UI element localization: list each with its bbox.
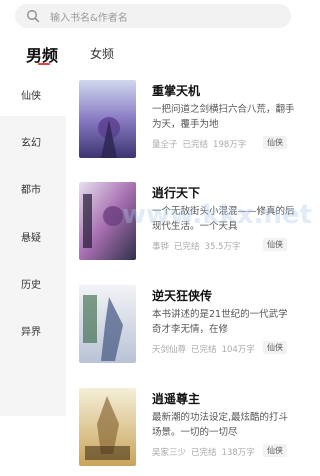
book-description: 一个无敌街头小混混——修真的后现代生活。一个天具 xyxy=(152,206,295,232)
book-genre-tag: 仙侠 xyxy=(263,238,287,251)
book-meta: 事铧 已完结 35.5万字 xyxy=(152,240,245,252)
book-title[interactable]: 逍遥尊主 xyxy=(152,390,200,407)
search-bar[interactable]: 输入书名&作者名 xyxy=(15,4,291,28)
book-genre-tag: 仙侠 xyxy=(263,341,287,354)
book-word-count: 198万字 xyxy=(213,140,247,150)
gender-tabs: 男频 女频 xyxy=(0,40,300,70)
search-icon xyxy=(27,10,40,23)
book-item[interactable]: 逍行天下 一个无敌街头小混混——修真的后现代生活。一个天具 事铧 已完结 35.… xyxy=(79,182,300,272)
book-word-count: 138万字 xyxy=(221,448,255,458)
book-author: 量全子 xyxy=(152,140,178,150)
book-author: 吴家三少 xyxy=(152,448,187,458)
sidebar-item-xuanhuan[interactable]: 玄幻 xyxy=(0,121,66,161)
book-cover[interactable] xyxy=(79,182,136,260)
search-placeholder: 输入书名&作者名 xyxy=(50,12,128,24)
book-description: 一把问道之剑横扫六合八荒，翻手为天，覆手为地 xyxy=(152,104,295,130)
book-cover[interactable] xyxy=(79,388,136,466)
active-tab-indicator xyxy=(38,63,50,65)
sidebar-item-dushi[interactable]: 都市 xyxy=(0,168,66,208)
book-author: 事铧 xyxy=(152,242,170,252)
sidebar-item-xianxia[interactable]: 仙侠 xyxy=(0,74,66,114)
book-meta: 天剑仙尊 已完结 104万字 xyxy=(152,343,260,355)
book-title[interactable]: 逍行天下 xyxy=(152,184,200,201)
book-status: 已完结 xyxy=(191,448,217,458)
book-meta: 吴家三少 已完结 138万字 xyxy=(152,446,260,458)
book-cover[interactable] xyxy=(79,80,136,158)
sidebar-item-yijie[interactable]: 异界 xyxy=(0,310,66,350)
book-word-count: 104万字 xyxy=(221,345,255,355)
book-title[interactable]: 逆天狂侠传 xyxy=(152,287,212,304)
book-status: 已完结 xyxy=(191,345,217,355)
book-status: 已完结 xyxy=(182,140,209,150)
book-description: 本书讲述的是21世纪的一代武学奇才李无情，在修 xyxy=(152,309,288,335)
book-item[interactable]: 逆天狂侠传 本书讲述的是21世纪的一代武学奇才李无情，在修 天剑仙尊 已完结 1… xyxy=(79,285,300,375)
sidebar-item-lishi[interactable]: 历史 xyxy=(0,263,66,303)
book-cover[interactable] xyxy=(79,285,136,363)
sidebar-item-xuanyi[interactable]: 悬疑 xyxy=(0,216,66,256)
book-meta: 量全子 已完结 198万字 xyxy=(152,138,251,150)
book-description: 最新潮的功法设定,最炫酷的打斗场景。一切的一切尽 xyxy=(152,412,289,438)
book-item[interactable]: 重掌天机 一把问道之剑横扫六合八荒，翻手为天，覆手为地 量全子 已完结 198万… xyxy=(79,80,300,170)
book-author: 天剑仙尊 xyxy=(152,345,187,355)
category-sidebar: 仙侠 玄幻 都市 悬疑 历史 异界 xyxy=(0,74,66,474)
tab-female[interactable]: 女频 xyxy=(90,45,114,62)
book-genre-tag: 仙侠 xyxy=(263,136,287,149)
book-genre-tag: 仙侠 xyxy=(263,444,287,457)
book-item[interactable]: 逍遥尊主 最新潮的功法设定,最炫酷的打斗场景。一切的一切尽 吴家三少 已完结 1… xyxy=(79,388,300,476)
book-title[interactable]: 重掌天机 xyxy=(152,82,200,99)
book-word-count: 35.5万字 xyxy=(204,242,241,252)
book-status: 已完结 xyxy=(174,242,200,252)
